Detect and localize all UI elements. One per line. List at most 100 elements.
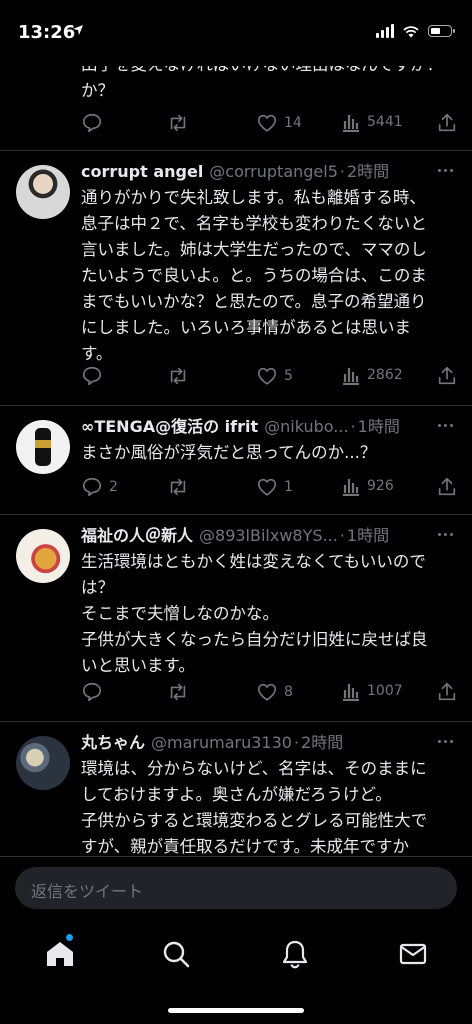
retweet-button[interactable] (166, 112, 190, 134)
reply-input-placeholder: 返信をツイート (31, 882, 144, 901)
tweet-text: まさか風俗が浮気だと思ってんのか...？ (81, 443, 377, 462)
views-button[interactable]: 2862 (341, 365, 403, 385)
share-icon (438, 366, 456, 385)
tweet-2[interactable]: ∞TENGA@復活の ifrit @nikubo... · 1時間 まさか風俗が… (0, 406, 472, 515)
reply-button[interactable]: 2 (81, 476, 118, 498)
retweet-icon (170, 367, 186, 385)
views-count: 2862 (367, 367, 403, 383)
share-button[interactable] (436, 681, 458, 703)
tab-messages[interactable] (393, 934, 433, 974)
retweet-button[interactable] (166, 476, 190, 498)
reply-compose-bar: 返信をツイート (0, 856, 472, 923)
tweet-text: 環境は、分からないけど、名字は、そのままに しておけますよ。奥さんが嫌だろうけど… (81, 759, 428, 856)
avatar[interactable] (16, 165, 70, 219)
like-count: 8 (284, 684, 293, 700)
tab-search[interactable] (156, 934, 196, 974)
avatar[interactable] (16, 420, 70, 474)
bottom-tab-bar (0, 922, 472, 1024)
views-count: 926 (367, 478, 394, 494)
author-handle[interactable]: @nikubo... (264, 416, 348, 438)
tweet-actions: 5 2862 (81, 365, 456, 389)
reply-feed[interactable]: 田子を変えなければいけない理由はなんですか？ か？ 14 5441 (0, 66, 472, 856)
author-name[interactable]: 丸ちゃん (81, 732, 145, 754)
author-name[interactable]: corrupt angel (81, 161, 203, 183)
tweet-1[interactable]: corrupt angel @corruptangel5 · 2時間 通りがかり… (0, 151, 472, 406)
tweet-actions: 2 1 926 (81, 476, 456, 500)
status-bar: 13:26 (0, 0, 472, 66)
retweet-icon (170, 683, 186, 701)
author-handle[interactable]: @marumaru3130 (151, 732, 292, 754)
tweet-text: 通りがかりで失礼致します。私も離婚する時、 息子は中２で、名字も学校も変わりたく… (81, 188, 427, 363)
author-handle[interactable]: @corruptangel5 (209, 161, 338, 183)
avatar[interactable] (16, 736, 70, 790)
share-icon (438, 477, 456, 496)
like-count: 1 (284, 479, 293, 495)
tweet-text-partial: 田子を変えなければいけない理由はなんですか？ (81, 66, 441, 78)
search-icon (163, 941, 190, 968)
reply-icon (82, 366, 102, 386)
share-button[interactable] (436, 476, 458, 498)
avatar[interactable] (16, 529, 70, 583)
tab-home[interactable] (40, 934, 80, 974)
reply-icon (82, 682, 102, 702)
views-button[interactable]: 5441 (341, 112, 403, 132)
cellular-signal-icon (376, 24, 394, 38)
retweet-button[interactable] (166, 365, 190, 387)
reply-input[interactable]: 返信をツイート (15, 867, 457, 909)
author-name[interactable]: ∞TENGA@復活の ifrit (81, 416, 258, 438)
share-button[interactable] (436, 365, 458, 387)
retweet-icon (170, 478, 186, 496)
analytics-icon (343, 684, 359, 701)
retweet-button[interactable] (166, 681, 190, 703)
like-button[interactable]: 1 (256, 476, 293, 498)
home-indicator[interactable] (168, 1008, 304, 1013)
reply-icon (82, 477, 102, 497)
reply-button[interactable] (81, 365, 109, 387)
battery-icon (428, 25, 455, 37)
tweet-3[interactable]: 福祉の人＠新人 @893lBilxw8YS... · 1時間 生活環境はともかく… (0, 515, 472, 722)
heart-icon (257, 478, 277, 496)
tweet-actions: 14 5441 (81, 112, 456, 136)
reply-icon (82, 113, 102, 133)
views-count: 1007 (367, 683, 403, 699)
tweet-0[interactable]: 田子を変えなければいけない理由はなんですか？ か？ 14 5441 (0, 66, 472, 151)
analytics-icon (343, 115, 359, 132)
tweet-4[interactable]: 丸ちゃん @marumaru3130 · 2時間 環境は、分からないけど、名字は… (0, 722, 472, 856)
reply-button[interactable] (81, 681, 109, 703)
tweet-time[interactable]: 1時間 (358, 416, 400, 438)
tweet-time[interactable]: 2時間 (301, 732, 343, 754)
status-icons (376, 24, 455, 38)
tab-notifications[interactable] (275, 934, 315, 974)
like-button[interactable]: 14 (256, 112, 302, 134)
author-handle[interactable]: @893lBilxw8YS... (199, 525, 338, 547)
location-arrow-icon (73, 25, 83, 35)
envelope-icon (399, 943, 427, 965)
retweet-icon (170, 114, 186, 132)
like-count: 5 (284, 368, 293, 384)
analytics-icon (343, 479, 359, 496)
tweet-time[interactable]: 2時間 (347, 161, 389, 183)
more-options-icon[interactable] (438, 527, 458, 541)
views-count: 5441 (367, 114, 403, 130)
more-options-icon[interactable] (438, 163, 458, 177)
heart-icon (257, 114, 277, 132)
views-button[interactable]: 926 (341, 476, 394, 496)
views-button[interactable]: 1007 (341, 681, 403, 701)
like-button[interactable]: 5 (256, 365, 293, 387)
share-icon (438, 113, 456, 132)
tweet-time[interactable]: 1時間 (347, 525, 389, 547)
more-options-icon[interactable] (438, 734, 458, 748)
home-icon (47, 942, 73, 966)
like-button[interactable]: 8 (256, 681, 293, 703)
bell-icon (282, 940, 308, 969)
status-time: 13:26 (18, 22, 76, 43)
share-button[interactable] (436, 112, 458, 134)
wifi-icon (403, 25, 419, 37)
heart-icon (257, 367, 277, 385)
reply-count: 2 (109, 479, 118, 495)
reply-button[interactable] (81, 112, 109, 134)
tweet-text: 生活環境はともかく姓は変えなくてもいいので は？ そこまで夫憎しなのかな。 子供… (81, 552, 428, 675)
author-name[interactable]: 福祉の人＠新人 (81, 525, 193, 547)
heart-icon (257, 683, 277, 701)
more-options-icon[interactable] (438, 418, 458, 432)
